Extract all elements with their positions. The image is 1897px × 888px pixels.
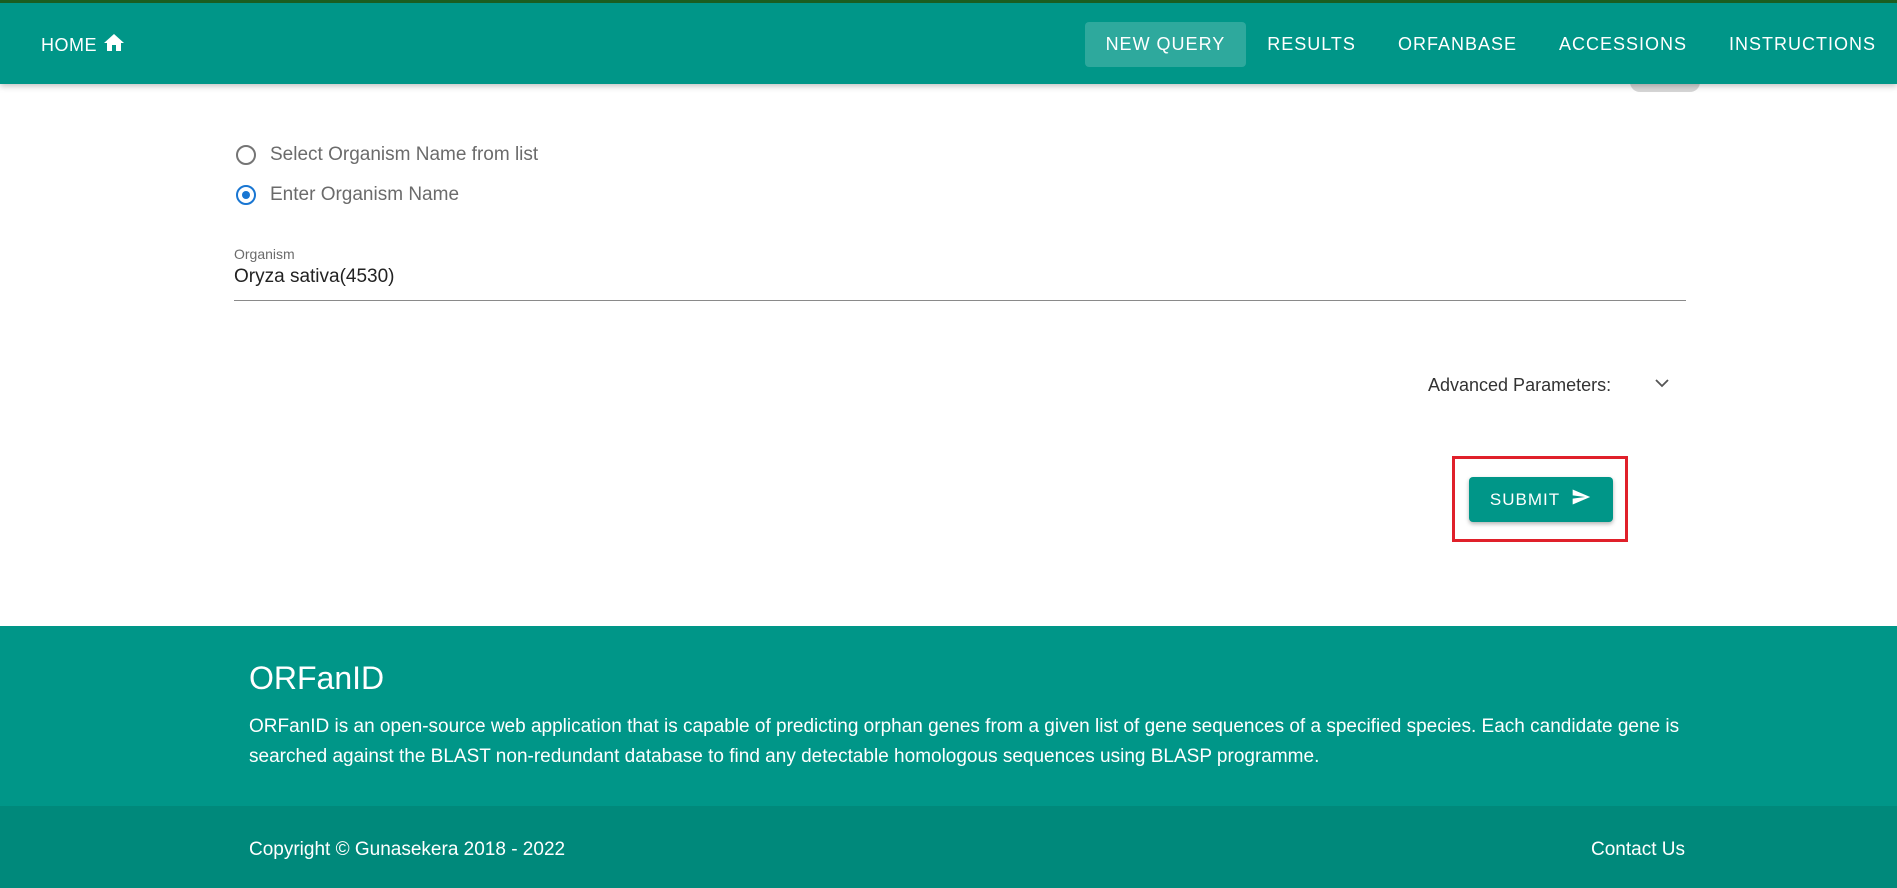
radio-label: Enter Organism Name: [270, 184, 460, 205]
footer-title: ORFanID: [249, 660, 385, 696]
radio-enter-name[interactable]: Enter Organism Name: [236, 184, 459, 206]
radio-button-checked[interactable]: [236, 185, 256, 205]
copyright-text: Copyright © Gunasekera 2018 - 2022: [249, 839, 566, 860]
home-link[interactable]: HOME: [41, 31, 127, 60]
nav-orfanbase[interactable]: ORFANBASE: [1377, 22, 1538, 67]
radio-select-from-list[interactable]: Select Organism Name from list: [236, 144, 538, 166]
main-nav: NEW QUERY RESULTS ORFANBASE ACCESSIONS I…: [1084, 22, 1897, 67]
organism-input[interactable]: [234, 266, 1686, 288]
footer-description: ORFanID is an open-source web applicatio…: [249, 716, 1680, 767]
submit-label: SUBMIT: [1489, 489, 1561, 509]
organism-field: Organism: [234, 244, 1686, 301]
send-icon: [1560, 487, 1592, 512]
nav-instructions[interactable]: INSTRUCTIONS: [1708, 22, 1897, 67]
advanced-parameters-toggle[interactable]: Advanced Parameters:: [1428, 374, 1671, 397]
advanced-parameters-label: Advanced Parameters:: [1428, 375, 1612, 395]
radio-button[interactable]: [236, 145, 256, 165]
nav-accessions[interactable]: ACCESSIONS: [1538, 22, 1708, 67]
nav-new-query[interactable]: NEW QUERY: [1084, 22, 1247, 67]
nav-results[interactable]: RESULTS: [1246, 22, 1377, 67]
organism-field-label: Organism: [234, 246, 295, 262]
footer-about: ORFanID ORFanID is an open-source web ap…: [0, 626, 1897, 806]
home-icon: [97, 31, 127, 60]
contact-us-link[interactable]: Contact Us: [1591, 839, 1685, 861]
chevron-down-icon: [1611, 374, 1671, 397]
submit-button[interactable]: SUBMIT: [1469, 477, 1613, 522]
radio-label: Select Organism Name from list: [270, 144, 539, 165]
top-app-bar: HOME NEW QUERY RESULTS ORFANBASE ACCESSI…: [0, 0, 1897, 84]
footer-bottom-bar: Copyright © Gunasekera 2018 - 2022 Conta…: [0, 806, 1897, 888]
home-label: HOME: [41, 35, 97, 55]
